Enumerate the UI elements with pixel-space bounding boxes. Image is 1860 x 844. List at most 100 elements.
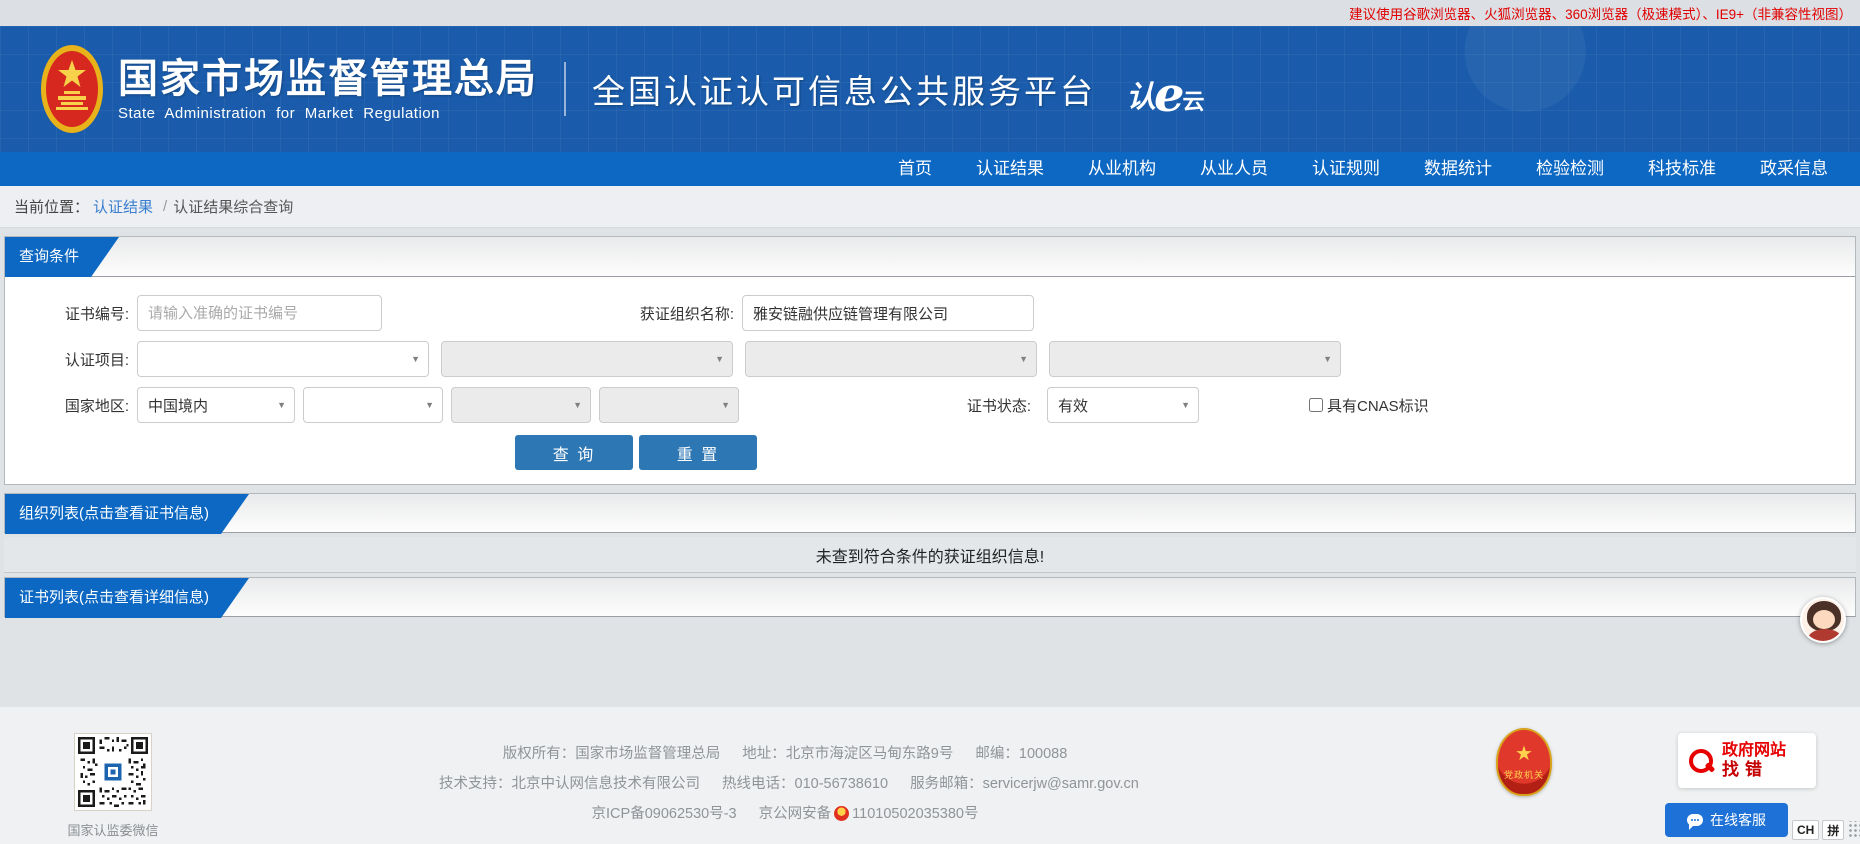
chevron-down-icon: ▼ <box>573 400 582 410</box>
nav-item-agencies[interactable]: 从业机构 <box>1066 152 1178 186</box>
wechat-qr-label: 国家认监委微信 <box>58 820 168 839</box>
avatar-body <box>1808 629 1842 643</box>
cert-project-select-3[interactable]: ▼ <box>745 341 1037 377</box>
ime-pinyin-button[interactable]: 拼 <box>1822 820 1844 840</box>
site-footer: 国家认监委微信 版权所有：国家市场监督管理总局 地址：北京市海淀区马甸东路9号 … <box>0 707 1860 844</box>
ime-language-button[interactable]: CH <box>1792 820 1819 840</box>
org-name-cn: 国家市场监督管理总局 <box>118 57 538 101</box>
nav-item-cert-rules[interactable]: 认证规则 <box>1290 152 1402 186</box>
avatar-face <box>1813 610 1835 629</box>
site-error-text: 政府网站 找错 <box>1722 741 1786 781</box>
form-row-3: 国家地区: 中国境内 ▼ ▼ ▼ ▼ 证书状态: 有效 ▼ 具有CNAS标识 <box>5 387 1855 423</box>
police-emblem-icon <box>834 806 849 821</box>
reset-button[interactable]: 重 置 <box>639 435 757 470</box>
org-name-label: 获证组织名称: <box>382 303 742 324</box>
main-content: 查询条件 证书编号: 获证组织名称: 认证项目: ▼ ▼ ▼ ▼ 国家地区: 中… <box>0 228 1860 617</box>
ime-toolbar: CH 拼 <box>1792 820 1860 840</box>
org-list-title: 组织列表(点击查看证书信息) <box>5 494 249 534</box>
footer-email: 服务邮箱：servicerjw@samr.gov.cn <box>910 776 1139 792</box>
nav-item-home[interactable]: 首页 <box>876 152 954 186</box>
cert-project-select-2[interactable]: ▼ <box>441 341 733 377</box>
site-error-line2: 找错 <box>1722 760 1786 780</box>
renyiyun-logo-ren: 认 <box>1126 83 1156 113</box>
chat-bubble-icon <box>1687 814 1703 826</box>
header-divider <box>564 62 566 116</box>
breadcrumb: 当前位置： 认证结果 / 认证结果综合查询 <box>0 186 1860 228</box>
region-label: 国家地区: <box>5 395 137 416</box>
org-name-en: State Administration for Market Regulati… <box>118 105 538 122</box>
breadcrumb-prefix: 当前位置： <box>14 196 89 217</box>
chevron-down-icon: ▼ <box>721 400 730 410</box>
nav-item-statistics[interactable]: 数据统计 <box>1402 152 1514 186</box>
chevron-down-icon: ▼ <box>411 354 420 364</box>
customer-service-avatar[interactable] <box>1800 597 1846 643</box>
browser-notice-text: 建议使用谷歌浏览器、火狐浏览器、360浏览器（极速模式）、IE9+（非兼容性视图… <box>1349 3 1852 23</box>
region-select-3[interactable]: ▼ <box>451 387 591 423</box>
cert-list-title: 证书列表(点击查看详细信息) <box>5 578 249 618</box>
query-form: 证书编号: 获证组织名称: 认证项目: ▼ ▼ ▼ ▼ 国家地区: 中国境内 ▼… <box>5 277 1855 484</box>
chevron-down-icon: ▼ <box>1019 354 1028 364</box>
footer-tech-support: 技术支持：北京中认网信息技术有限公司 <box>439 776 700 792</box>
org-name-input[interactable] <box>742 295 1034 331</box>
cnas-checkbox[interactable] <box>1309 398 1323 412</box>
magnifier-icon <box>1688 748 1714 774</box>
site-header: 国家市场监督管理总局 State Administration for Mark… <box>0 26 1860 152</box>
footer-gongan-prefix: 京公网安备 <box>759 806 832 822</box>
ime-options-icon[interactable] <box>1847 821 1860 839</box>
cert-no-input[interactable] <box>137 295 382 331</box>
footer-text: 版权所有：国家市场监督管理总局 地址：北京市海淀区马甸东路9号 邮编：10008… <box>430 739 1140 829</box>
cert-project-select-4[interactable]: ▼ <box>1049 341 1341 377</box>
org-list-header: 组织列表(点击查看证书信息) <box>4 493 1856 533</box>
chevron-down-icon: ▼ <box>715 354 724 364</box>
platform-title: 全国认证认可信息公共服务平台 <box>592 65 1096 113</box>
party-gov-badge-label: 党政机关 <box>1504 768 1544 781</box>
renyiyun-logo-e: e <box>1154 71 1185 119</box>
search-button[interactable]: 查 询 <box>515 435 633 470</box>
nav-item-practitioners[interactable]: 从业人员 <box>1178 152 1290 186</box>
region-select-4[interactable]: ▼ <box>599 387 739 423</box>
query-panel: 查询条件 证书编号: 获证组织名称: 认证项目: ▼ ▼ ▼ ▼ 国家地区: 中… <box>4 236 1856 485</box>
nav-item-procurement[interactable]: 政采信息 <box>1738 152 1850 186</box>
main-nav: 首页 认证结果 从业机构 从业人员 认证规则 数据统计 检验检测 科技标准 政采… <box>0 152 1860 186</box>
chevron-down-icon: ▼ <box>277 400 286 410</box>
footer-line-3: 京ICP备09062530号-3 京公网安备11010502035380号 <box>430 799 1140 829</box>
footer-icp[interactable]: 京ICP备09062530号-3 <box>592 806 737 822</box>
wechat-qr-code <box>74 733 152 811</box>
cert-no-label: 证书编号: <box>5 303 137 324</box>
chevron-down-icon: ▼ <box>1323 354 1332 364</box>
region-select-2[interactable]: ▼ <box>303 387 443 423</box>
browser-notice-bar: 建议使用谷歌浏览器、火狐浏览器、360浏览器（极速模式）、IE9+（非兼容性视图… <box>0 0 1860 26</box>
nav-item-inspection[interactable]: 检验检测 <box>1514 152 1626 186</box>
cert-project-select-1[interactable]: ▼ <box>137 341 429 377</box>
site-error-report-badge[interactable]: 政府网站 找错 <box>1678 733 1816 788</box>
footer-address: 地址：北京市海淀区马甸东路9号 <box>742 746 953 762</box>
footer-copyright: 版权所有：国家市场监督管理总局 <box>503 746 721 762</box>
cert-list-header: 证书列表(点击查看详细信息) <box>4 577 1856 617</box>
cert-status-label: 证书状态: <box>739 395 1039 416</box>
nav-item-tech-standards[interactable]: 科技标准 <box>1626 152 1738 186</box>
query-panel-title: 查询条件 <box>5 237 119 277</box>
breadcrumb-link-cert-results[interactable]: 认证结果 <box>93 196 153 217</box>
form-row-1: 证书编号: 获证组织名称: <box>5 295 1855 331</box>
footer-postcode: 邮编：100088 <box>975 746 1067 762</box>
cnas-checkbox-wrap: 具有CNAS标识 <box>1309 395 1429 416</box>
online-service-button[interactable]: 在线客服 <box>1665 803 1788 837</box>
footer-line-1: 版权所有：国家市场监督管理总局 地址：北京市海淀区马甸东路9号 邮编：10008… <box>430 739 1140 769</box>
online-service-label: 在线客服 <box>1710 810 1766 830</box>
party-gov-badge[interactable]: ★ 党政机关 <box>1496 728 1552 796</box>
footer-gongan[interactable]: 京公网安备11010502035380号 <box>759 806 979 822</box>
nav-item-cert-results[interactable]: 认证结果 <box>954 152 1066 186</box>
renyiyun-logo-yun: 云 <box>1183 91 1205 113</box>
query-panel-header: 查询条件 <box>5 237 1855 277</box>
renyiyun-logo: 认 e 云 <box>1126 65 1205 113</box>
site-error-line1: 政府网站 <box>1722 741 1786 760</box>
footer-hotline: 热线电话：010-56738610 <box>722 776 888 792</box>
form-row-2: 认证项目: ▼ ▼ ▼ ▼ <box>5 341 1855 377</box>
footer-line-2: 技术支持：北京中认网信息技术有限公司 热线电话：010-56738610 服务邮… <box>430 769 1140 799</box>
org-title-block: 国家市场监督管理总局 State Administration for Mark… <box>118 57 538 122</box>
cert-status-select[interactable]: 有效 ▼ <box>1047 387 1199 423</box>
region-select-1[interactable]: 中国境内 ▼ <box>137 387 295 423</box>
star-icon: ★ <box>1515 744 1533 764</box>
chevron-down-icon: ▼ <box>1181 400 1190 410</box>
form-buttons: 查 询 重 置 <box>515 435 1855 470</box>
